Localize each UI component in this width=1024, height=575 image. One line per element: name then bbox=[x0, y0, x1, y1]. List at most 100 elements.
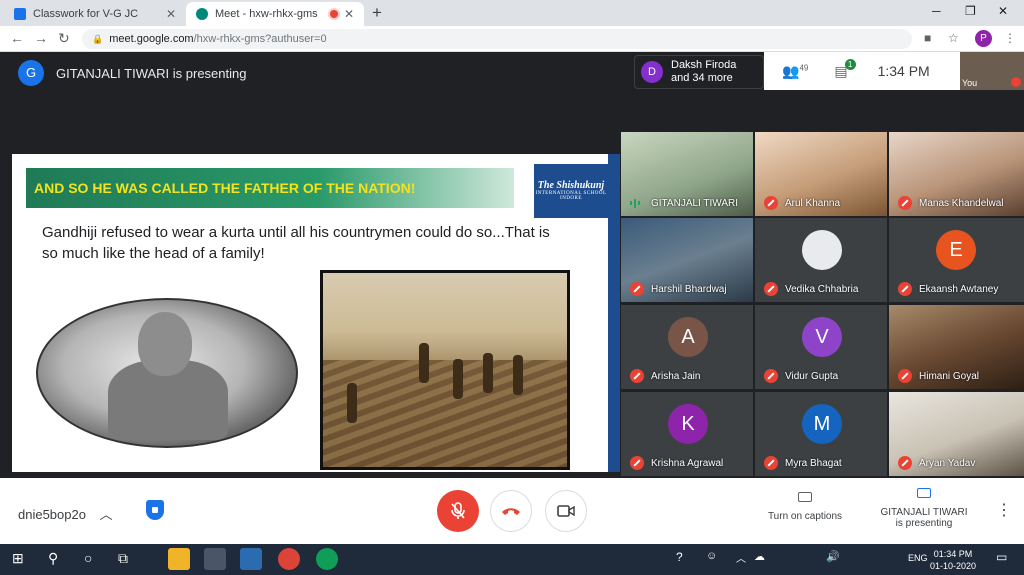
windows-start-icon[interactable]: ⊞ bbox=[12, 550, 24, 567]
help-icon[interactable]: ? bbox=[676, 550, 683, 564]
people-icon: 👥 bbox=[782, 62, 800, 79]
participants-preview[interactable]: D Daksh Firoda and 34 more bbox=[634, 55, 764, 89]
tab-meet[interactable]: Meet - hxw-rhkx-gms ✕ bbox=[186, 2, 364, 26]
participant-name: Arul Khanna bbox=[785, 198, 841, 209]
meeting-details-button[interactable]: dnie5bop2o ︿ bbox=[18, 504, 113, 523]
minimize-icon[interactable]: ─ bbox=[932, 4, 941, 18]
participant-tile[interactable]: V Vidur Gupta bbox=[755, 305, 887, 389]
camera-toggle-button[interactable] bbox=[545, 490, 587, 532]
url-host: meet.google.com bbox=[109, 33, 194, 45]
classroom-icon bbox=[14, 8, 26, 20]
photo-figure bbox=[483, 353, 493, 393]
maximize-icon[interactable]: ❐ bbox=[965, 4, 976, 18]
participant-name: Manas Khandelwal bbox=[919, 198, 1004, 209]
photo-figure bbox=[419, 343, 429, 383]
present-now-button[interactable]: GITANJALI TIWARI is presenting bbox=[874, 488, 974, 529]
search-icon[interactable]: ⚲ bbox=[48, 550, 58, 567]
participant-avatar: A bbox=[668, 317, 708, 357]
leave-call-button[interactable] bbox=[490, 490, 532, 532]
participant-name: Vidur Gupta bbox=[785, 371, 839, 382]
more-options-icon[interactable]: ⋮ bbox=[996, 500, 1012, 520]
volume-icon[interactable]: 🔊 bbox=[826, 550, 840, 563]
star-icon[interactable]: ☆ bbox=[948, 31, 959, 45]
participant-tile[interactable]: Harshil Bhardwaj bbox=[621, 218, 753, 302]
close-tab-icon[interactable]: ✕ bbox=[166, 7, 176, 21]
chrome-icon[interactable] bbox=[278, 548, 300, 570]
new-tab-button[interactable]: + bbox=[372, 3, 382, 23]
gandhi-portrait bbox=[36, 298, 298, 448]
preview-more: and 34 more bbox=[671, 72, 733, 84]
close-window-icon[interactable]: ✕ bbox=[998, 4, 1008, 18]
chat-button[interactable]: ▤ 1 bbox=[834, 58, 856, 80]
participant-tile[interactable]: Arul Khanna bbox=[755, 132, 887, 216]
file-explorer-icon[interactable] bbox=[168, 548, 190, 570]
chevron-up-icon[interactable]: ︿ bbox=[736, 550, 746, 565]
participant-avatar: D bbox=[641, 61, 663, 83]
url-path: /hxw-rhkx-gms?authuser=0 bbox=[193, 33, 327, 45]
menu-icon[interactable]: ⋮ bbox=[1004, 31, 1016, 45]
participant-tile[interactable]: A Arisha Jain bbox=[621, 305, 753, 389]
participant-tile[interactable]: M Myra Bhagat bbox=[755, 392, 887, 476]
mic-off-icon bbox=[630, 282, 644, 296]
back-icon[interactable]: ← bbox=[10, 30, 24, 46]
participant-name: Krishna Agrawal bbox=[651, 458, 724, 469]
captions-button[interactable]: Turn on captions bbox=[760, 492, 850, 522]
url-field[interactable]: 🔒 meet.google.com/hxw-rhkx-gms?authuser=… bbox=[82, 29, 912, 49]
mic-off-icon bbox=[764, 369, 778, 383]
chevron-up-icon: ︿ bbox=[99, 507, 113, 522]
tab-title: Classwork for V-G JC bbox=[33, 8, 139, 20]
participant-name: Himani Goyal bbox=[919, 371, 980, 382]
notifications-icon[interactable]: ▭ bbox=[996, 550, 1007, 564]
hangup-icon bbox=[502, 508, 520, 515]
forward-icon[interactable]: → bbox=[34, 30, 48, 46]
reload-icon[interactable]: ↻ bbox=[58, 30, 70, 47]
people-icon[interactable]: ☺ bbox=[706, 550, 717, 562]
participant-name: Aryan Yadav bbox=[919, 458, 976, 469]
present-screen-icon bbox=[917, 488, 931, 498]
participant-tile[interactable]: E Ekaansh Awtaney bbox=[889, 218, 1024, 302]
mic-off-icon bbox=[451, 502, 465, 519]
photo-ground bbox=[323, 360, 567, 467]
taskbar-clock[interactable]: 01:34 PM 01-10-2020 bbox=[930, 548, 976, 572]
meeting-code: dnie5bop2o bbox=[18, 507, 86, 522]
participant-avatar: M bbox=[802, 404, 842, 444]
mic-off-icon bbox=[898, 369, 912, 383]
participant-photo-avatar bbox=[802, 230, 842, 270]
clock-date: 01-10-2020 bbox=[930, 561, 977, 571]
chat-badge: 1 bbox=[844, 58, 856, 70]
cloud-icon[interactable]: ☁ bbox=[754, 550, 765, 563]
mic-off-icon bbox=[630, 369, 644, 383]
participant-tile[interactable]: Vedika Chhabria bbox=[755, 218, 887, 302]
task-view-icon[interactable]: ⧉ bbox=[118, 550, 128, 567]
participant-tile[interactable]: GITANJALI TIWARI bbox=[621, 132, 753, 216]
mic-toggle-button[interactable] bbox=[437, 490, 479, 532]
profile-avatar[interactable]: P bbox=[975, 30, 992, 47]
meeting-time: 1:34 PM bbox=[877, 63, 930, 79]
meeting-controls: dnie5bop2o ︿ Turn on captions GITANJALI … bbox=[0, 478, 1024, 544]
participant-tile[interactable]: Manas Khandelwal bbox=[889, 132, 1024, 216]
self-view-tile[interactable]: You bbox=[960, 52, 1024, 90]
cortana-icon[interactable]: ○ bbox=[84, 550, 92, 566]
people-button[interactable]: 👥49 bbox=[782, 63, 808, 80]
participant-tile[interactable]: Himani Goyal bbox=[889, 305, 1024, 389]
mic-off-icon bbox=[898, 282, 912, 296]
recording-dot-icon bbox=[329, 10, 338, 18]
presenter-avatar: G bbox=[18, 60, 44, 86]
preview-name: Daksh Firoda bbox=[671, 59, 737, 71]
close-tab-icon[interactable]: ✕ bbox=[344, 7, 354, 21]
participant-tile[interactable]: Aryan Yadav bbox=[889, 392, 1024, 476]
language-indicator[interactable]: ENG bbox=[908, 553, 928, 563]
tab-title: Meet - hxw-rhkx-gms bbox=[215, 8, 318, 20]
tab-bar: Classwork for V-G JC ✕ Meet - hxw-rhkx-g… bbox=[0, 0, 1024, 26]
lock-icon: 🔒 bbox=[92, 33, 104, 44]
store-icon[interactable] bbox=[204, 548, 226, 570]
school-logo: The Shishukunj INTERNATIONAL SCHOOL INDO… bbox=[534, 164, 608, 218]
tab-classwork[interactable]: Classwork for V-G JC ✕ bbox=[4, 2, 186, 26]
participant-avatar: V bbox=[802, 317, 842, 357]
video-camera-icon bbox=[557, 505, 575, 517]
camera-icon[interactable]: ■ bbox=[924, 31, 931, 45]
app-icon[interactable] bbox=[240, 548, 262, 570]
security-shield-icon[interactable] bbox=[146, 500, 164, 520]
chrome-icon[interactable] bbox=[316, 548, 338, 570]
participant-tile[interactable]: K Krishna Agrawal bbox=[621, 392, 753, 476]
